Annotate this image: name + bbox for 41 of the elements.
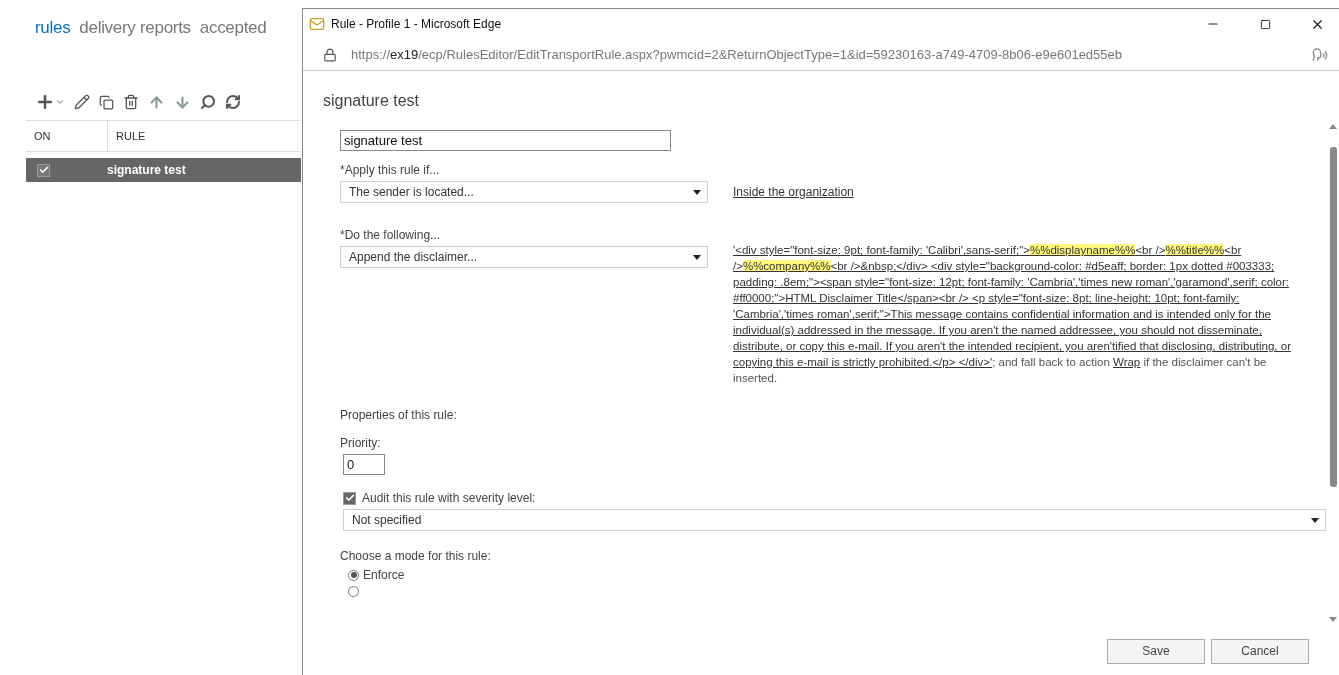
delete-icon[interactable]	[123, 94, 139, 110]
move-down-icon[interactable]	[174, 93, 191, 111]
checkbox[interactable]	[343, 491, 356, 505]
field-label: *Do the following...	[340, 228, 442, 242]
section-label: Properties of this rule:	[340, 408, 458, 422]
refresh-icon[interactable]	[225, 94, 241, 110]
url-text[interactable]: https://ex19/ecp/RulesEditor/EditTransportRule.aspx?pwmcid=2&ReturnObjectType=1&id=59230163-a749-4709-8b06-e9e601ed55eb	[351, 47, 1298, 62]
add-icon[interactable]	[35, 92, 65, 112]
column-header[interactable]: RULE	[108, 121, 301, 151]
priority-input[interactable]: 0	[343, 454, 385, 475]
dialog-button[interactable]: Save	[1107, 638, 1205, 664]
severity-dropdown[interactable]: Not specified	[343, 509, 1326, 531]
field-label: Choose a mode for this rule:	[340, 549, 492, 563]
nav-tab[interactable]: delivery reports	[79, 18, 191, 38]
radio-button[interactable]	[348, 569, 359, 581]
radio-button[interactable]	[348, 585, 359, 597]
dialog-button[interactable]: Cancel	[1211, 638, 1309, 664]
nav-tab[interactable]: rules	[35, 18, 71, 38]
checkbox-label: Audit this rule with severity level:	[362, 491, 536, 505]
dialog-heading: signature test	[323, 91, 420, 110]
edit-icon[interactable]	[74, 94, 90, 110]
name-input[interactable]: signature test	[340, 130, 671, 151]
search-icon[interactable]	[200, 94, 216, 110]
column-header[interactable]: ON	[26, 121, 108, 151]
condition-link[interactable]: Inside the organization	[733, 185, 854, 199]
nav-tab[interactable]: accepted	[199, 18, 267, 38]
table-cell: signature test	[107, 163, 186, 177]
wrap-link[interactable]: Wrap	[1113, 356, 1141, 368]
read-aloud-icon[interactable]	[1312, 46, 1328, 63]
radio-label: Enforce	[363, 568, 405, 582]
move-up-icon[interactable]	[148, 93, 165, 111]
lock-icon	[323, 47, 337, 62]
field-label: *Apply this rule if...	[340, 163, 441, 177]
condition-dropdown[interactable]: The sender is located...	[340, 181, 708, 203]
table-row[interactable]: signature test	[26, 158, 301, 182]
field-label: Priority:	[340, 436, 382, 450]
action-dropdown[interactable]: Append the disclaimer...	[340, 246, 708, 268]
mail-icon	[309, 16, 325, 32]
window-title: Rule - Profile 1 - Microsoft Edge	[331, 17, 503, 31]
copy-icon[interactable]	[99, 94, 114, 110]
checkbox[interactable]	[37, 163, 50, 177]
